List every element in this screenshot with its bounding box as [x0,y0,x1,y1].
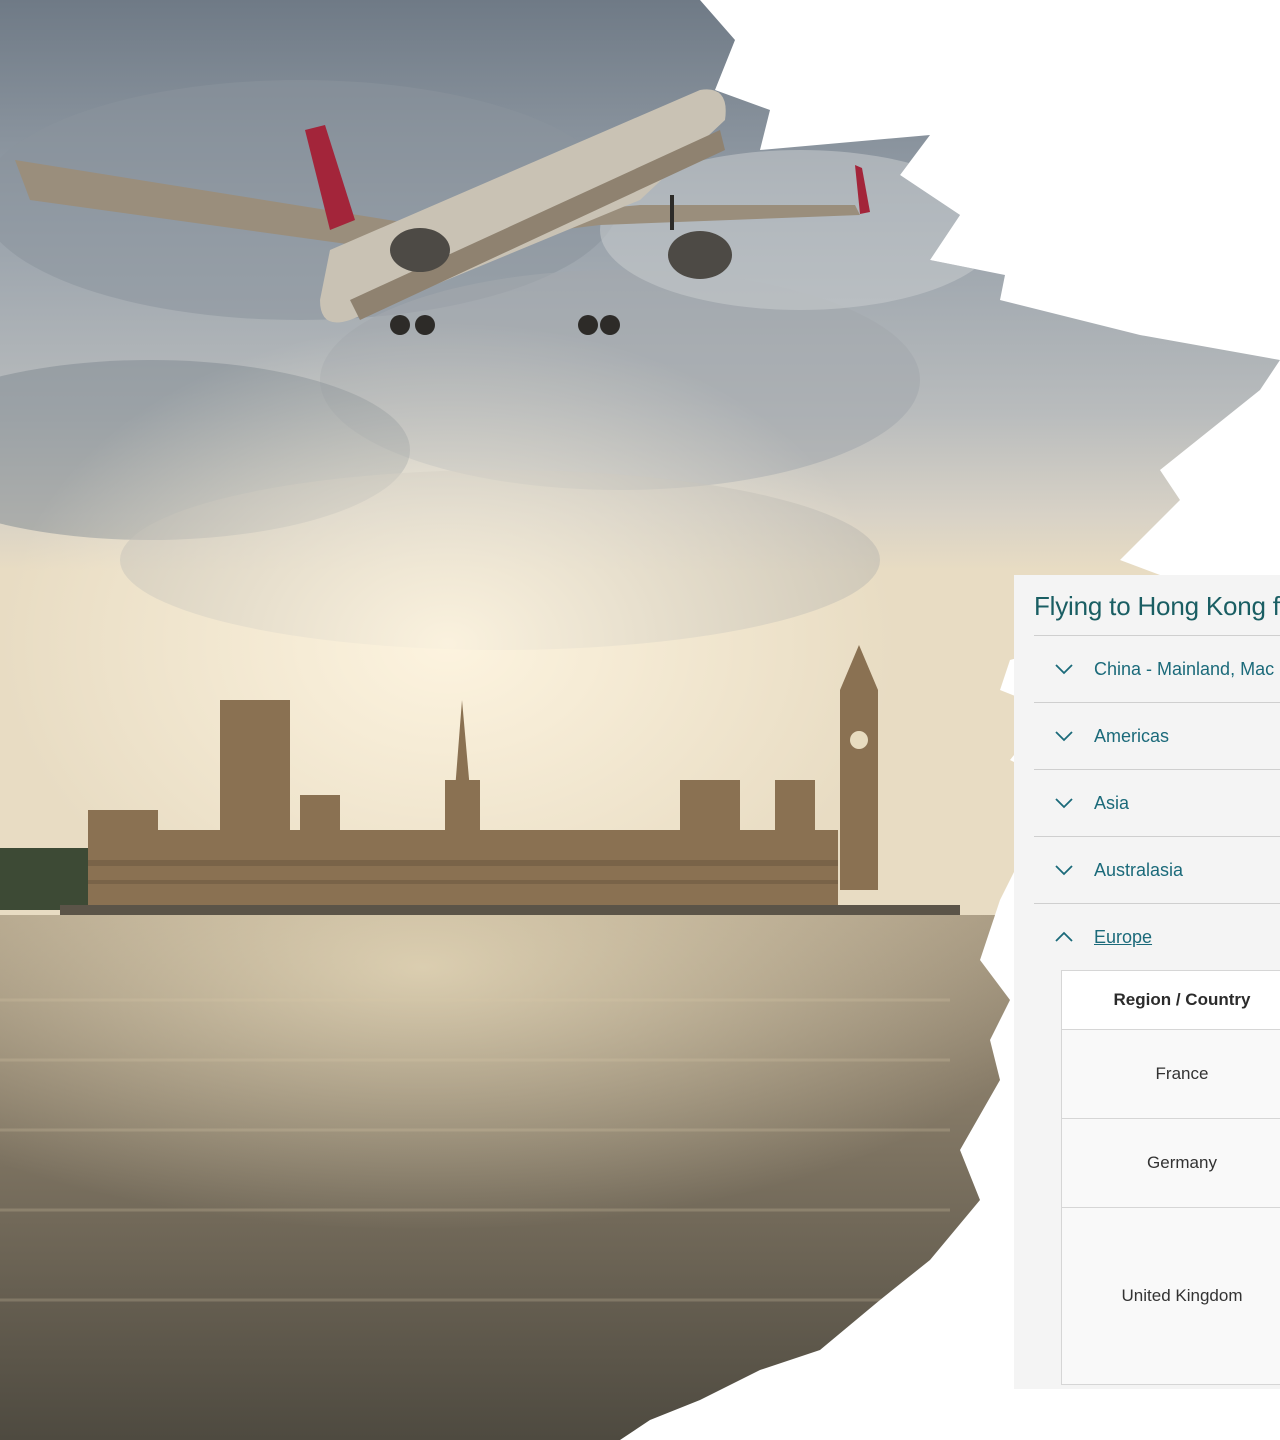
accordion-item-china[interactable]: China - Mainland, Mac [1034,636,1280,703]
accordion-item-australasia[interactable]: Australasia [1034,837,1280,904]
chevron-down-icon [1054,796,1074,810]
panel-title: Flying to Hong Kong f [1034,591,1280,621]
regions-panel: Flying to Hong Kong f China - Mainland, … [1014,575,1280,1389]
chevron-down-icon [1054,863,1074,877]
accordion-label: Australasia [1094,859,1184,880]
europe-table: Region / Country France Germany United K… [1061,970,1280,1385]
region-accordion: China - Mainland, Mac Americas Asia Aust… [1034,635,1280,970]
chevron-up-icon [1054,930,1074,944]
accordion-item-asia[interactable]: Asia [1034,770,1280,837]
table-row: United Kingdom [1062,1208,1280,1384]
accordion-item-americas[interactable]: Americas [1034,703,1280,770]
accordion-item-europe[interactable]: Europe [1034,904,1280,970]
table-row: France [1062,1030,1280,1119]
chevron-down-icon [1054,729,1074,743]
chevron-down-icon [1054,662,1074,676]
accordion-label: Americas [1094,725,1170,746]
table-header-region: Region / Country [1062,971,1280,1030]
accordion-label: China - Mainland, Mac [1094,658,1275,679]
accordion-label[interactable]: Europe [1094,927,1152,948]
accordion-label: Asia [1094,792,1130,813]
table-row: Germany [1062,1119,1280,1208]
